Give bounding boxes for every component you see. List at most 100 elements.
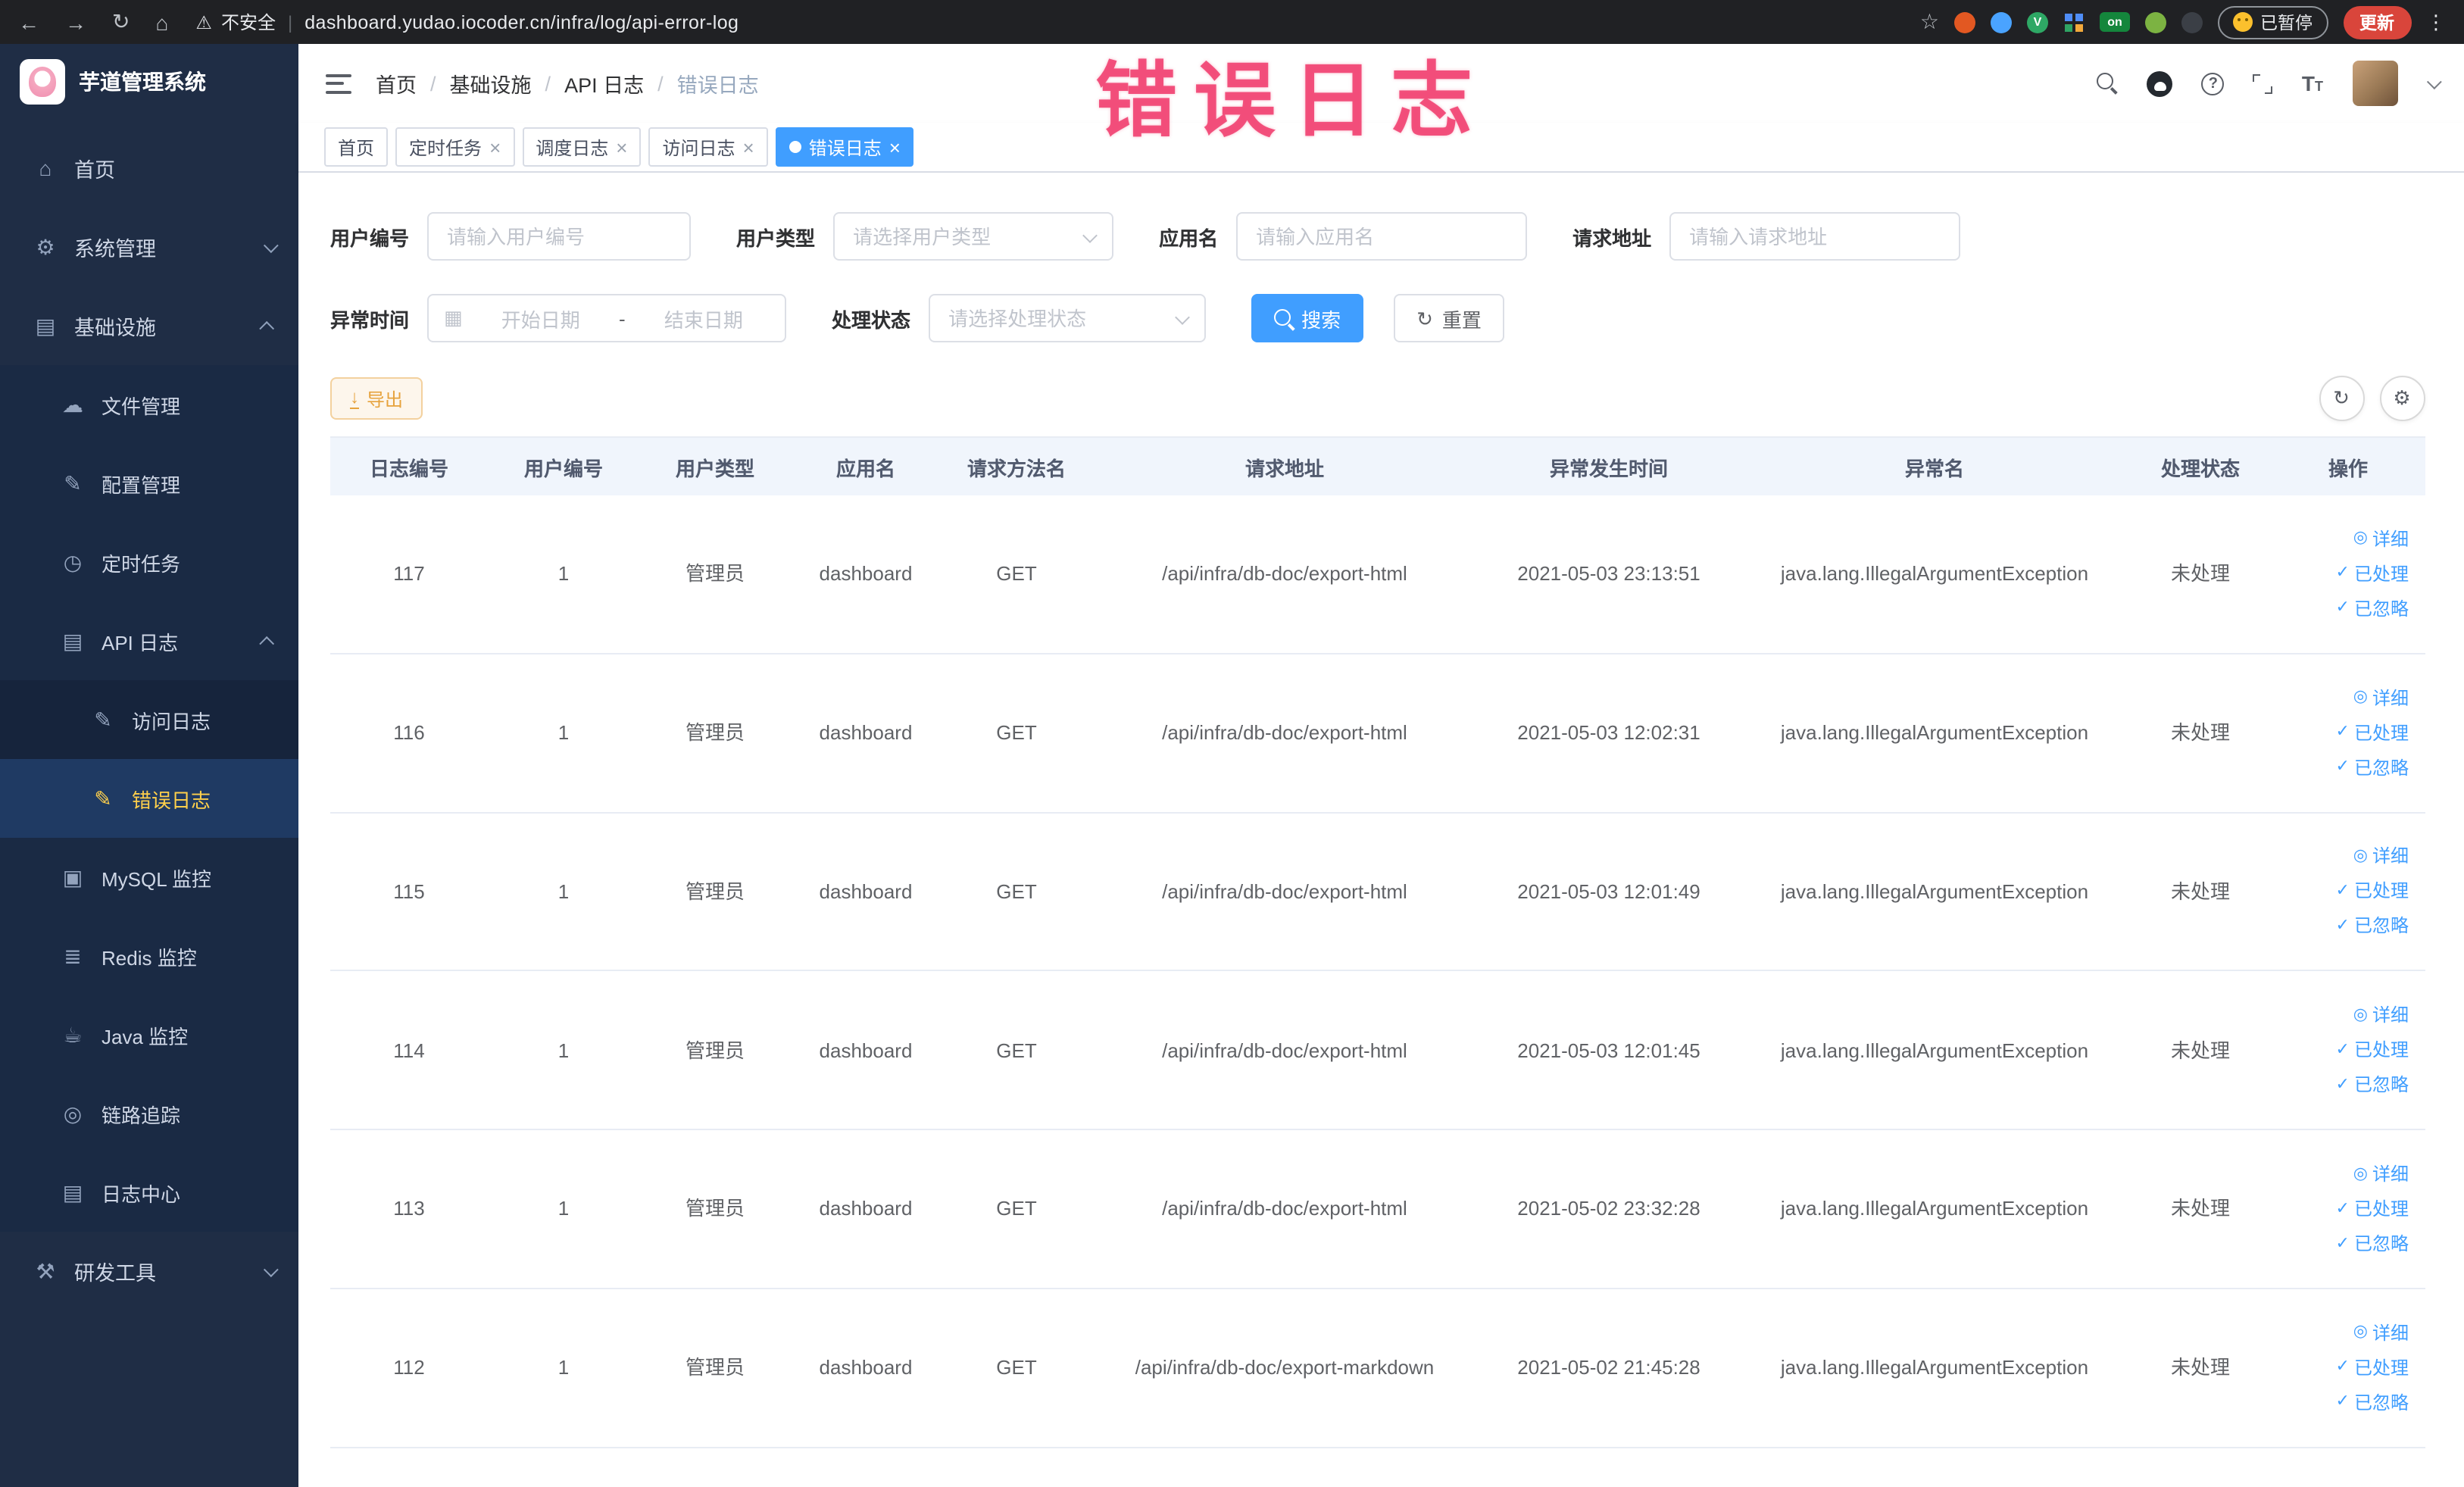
action-detail-link[interactable]: ◎ 详细 (2353, 1002, 2409, 1029)
user-id-input[interactable] (427, 212, 692, 261)
tab-error-log[interactable]: 错误日志 × (775, 127, 914, 167)
sidebar-item-redis-monitor[interactable]: ≣ Redis 监控 (0, 917, 298, 995)
sidebar-item-system-management[interactable]: ⚙ 系统管理 (0, 208, 298, 286)
extension-on-badge[interactable]: on (2100, 12, 2130, 32)
calendar-icon: ▦ (444, 306, 463, 329)
user-type-select[interactable] (833, 212, 1114, 261)
back-icon[interactable]: ← (18, 10, 39, 34)
tab-home[interactable]: 首页 (324, 127, 389, 167)
action-processed-link[interactable]: ✓ 已处理 (2336, 1195, 2409, 1223)
action-ignore-link[interactable]: ✓ 已忽略 (2336, 1389, 2409, 1417)
process-status-label: 处理状态 (832, 308, 911, 331)
action-processed-link[interactable]: ✓ 已处理 (2336, 719, 2409, 746)
browser-update-button[interactable]: 更新 (2343, 5, 2411, 39)
bookmark-star-icon[interactable]: ☆ (1920, 9, 1939, 35)
paused-profile-button[interactable]: 已暂停 (2218, 5, 2328, 39)
search-icon[interactable] (2097, 73, 2119, 94)
fullscreen-icon[interactable] (2253, 73, 2273, 93)
sidebar-item-log-center[interactable]: ▤ 日志中心 (0, 1153, 298, 1232)
app-name-input[interactable] (1236, 212, 1528, 261)
action-ignore-link[interactable]: ✓ 已忽略 (2336, 1072, 2409, 1099)
column-settings-button[interactable]: ⚙ (2379, 376, 2425, 421)
vue-devtools-icon[interactable]: V (2027, 11, 2048, 33)
extension-icon[interactable] (1991, 11, 2012, 33)
avatar[interactable] (2352, 61, 2397, 106)
table-cell: 113 (393, 1197, 425, 1220)
tab-close-icon[interactable]: × (743, 137, 754, 157)
extension-grid-icon[interactable] (2063, 11, 2085, 33)
sidebar-item-api-log[interactable]: ▤ API 日志 (0, 601, 298, 680)
app-name-label: 应用名 (1159, 226, 1219, 249)
url-bar[interactable]: ⚠ 不安全 | dashboard.yudao.iocoder.cn/infra… (195, 9, 739, 35)
github-icon[interactable] (2147, 70, 2173, 96)
process-status-select[interactable] (929, 294, 1207, 342)
action-ignore-link[interactable]: ✓ 已忽略 (2336, 754, 2409, 781)
action-processed-link[interactable]: ✓ 已处理 (2336, 1037, 2409, 1064)
error-log-table: 日志编号 用户编号 用户类型 应用名 请求方法名 请求地址 异常发生时间 异常名 处理状态 操作 … (330, 436, 2425, 1448)
refresh-button[interactable]: ↻ (2319, 376, 2364, 421)
tab-close-icon[interactable]: × (889, 137, 901, 157)
not-secure-icon: ⚠ (195, 11, 212, 33)
action-detail-link[interactable]: ◎ 详细 (2353, 684, 2409, 711)
topbar: 首页 / 基础设施 / API 日志 / 错误日志 (298, 44, 2464, 123)
action-detail-link[interactable]: ◎ 详细 (2353, 1320, 2409, 1347)
reset-button[interactable]: ↻ 重置 (1394, 294, 1504, 342)
extension-icon[interactable] (2181, 11, 2203, 33)
action-processed-link[interactable]: ✓ 已处理 (2336, 878, 2409, 905)
tab-scheduled-jobs[interactable]: 定时任务 × (395, 127, 515, 167)
action-detail-link[interactable]: ◎ 详细 (2353, 843, 2409, 870)
tab-close-icon[interactable]: × (489, 137, 501, 157)
hamburger-icon[interactable] (326, 73, 351, 93)
column-header: 操作 (2328, 457, 2368, 480)
app-logo[interactable]: 芋道管理系统 (0, 44, 298, 120)
breadcrumb-item[interactable]: API 日志 (564, 68, 644, 98)
tab-schedule-log[interactable]: 调度日志 × (522, 127, 642, 167)
action-processed-link[interactable]: ✓ 已处理 (2336, 1354, 2409, 1382)
chevron-down-icon[interactable] (2425, 73, 2441, 89)
sidebar-item-trace[interactable]: ◎ 链路追踪 (0, 1074, 298, 1153)
reload-icon[interactable]: ↻ (112, 9, 130, 35)
sidebar-item-file-management[interactable]: ☁ 文件管理 (0, 365, 298, 444)
sidebar-item-mysql-monitor[interactable]: ▣ MySQL 监控 (0, 838, 298, 917)
sidebar-item-infrastructure[interactable]: ▤ 基础设施 (0, 286, 298, 365)
mysql-icon: ▣ (62, 864, 83, 889)
sidebar-item-config-management[interactable]: ✎ 配置管理 (0, 444, 298, 523)
export-button[interactable]: ↓ 导出 (330, 377, 423, 420)
column-header: 应用名 (835, 457, 895, 480)
table-row: 117 1 管理员 dashboard GET/api/infra/db-doc/exp… (330, 495, 2425, 654)
sidebar-item-error-log[interactable]: ✎ 错误日志 (0, 759, 298, 838)
sidebar-item-scheduled-jobs[interactable]: ◷ 定时任务 (0, 523, 298, 601)
browser-menu-icon[interactable]: ⋮ (2426, 10, 2446, 34)
gear-icon: ⚙ (36, 234, 55, 258)
request-url-input[interactable] (1669, 212, 1961, 261)
action-processed-link[interactable]: ✓ 已处理 (2336, 561, 2409, 588)
action-detail-link[interactable]: ◎ 详细 (2353, 526, 2409, 553)
table-cell: GET (996, 1039, 1037, 1062)
forward-icon[interactable]: → (65, 10, 86, 34)
tab-access-log[interactable]: 访问日志 × (648, 127, 768, 167)
sidebar-item-dev-tools[interactable]: ⚒ 研发工具 (0, 1232, 298, 1310)
help-icon[interactable] (2201, 72, 2225, 95)
extension-icon[interactable] (2145, 11, 2166, 33)
action-ignore-link[interactable]: ✓ 已忽略 (2336, 1230, 2409, 1257)
action-detail-link[interactable]: ◎ 详细 (2353, 1161, 2409, 1188)
sidebar-item-java-monitor[interactable]: ☕ Java 监控 (0, 995, 298, 1074)
breadcrumb-item[interactable]: 首页 (376, 68, 417, 98)
table-cell: 112 (393, 1356, 425, 1379)
home-icon[interactable]: ⌂ (155, 10, 168, 34)
action-ignore-link[interactable]: ✓ 已忽略 (2336, 595, 2409, 623)
java-icon: ☕ (63, 1022, 83, 1046)
extension-icon[interactable] (1954, 11, 1975, 33)
table-header-row: 日志编号 用户编号 用户类型 应用名 请求方法名 请求地址 异常发生时间 异常名 处理状态 操作 (330, 436, 2425, 495)
table-row: 114 1 管理员 dashboard GET/api/infra/db-doc/exp… (330, 972, 2425, 1131)
search-button[interactable]: 搜索 (1251, 294, 1364, 342)
tab-close-icon[interactable]: × (616, 137, 627, 157)
date-range-picker[interactable]: ▦ 开始日期 - 结束日期 (427, 294, 787, 342)
breadcrumb-item[interactable]: 基础设施 (450, 68, 532, 98)
font-size-icon[interactable] (2302, 71, 2323, 95)
sidebar-item-home[interactable]: ⌂ 首页 (0, 129, 298, 208)
url-text[interactable]: dashboard.yudao.iocoder.cn/infra/log/api… (304, 11, 739, 33)
action-ignore-link[interactable]: ✓ 已忽略 (2336, 913, 2409, 940)
sidebar-item-access-log[interactable]: ✎ 访问日志 (0, 680, 298, 759)
table-cell: 1 (557, 562, 570, 586)
